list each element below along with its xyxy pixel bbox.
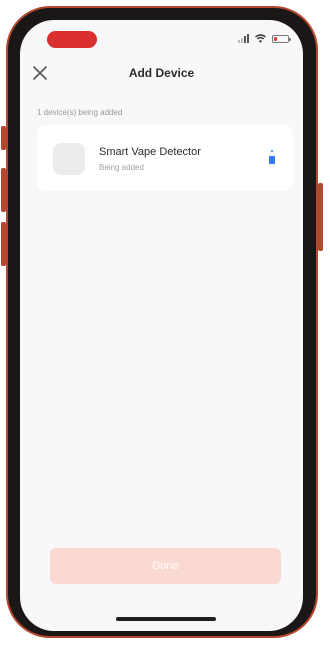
loading-spinner-icon <box>269 150 275 164</box>
power-button <box>318 183 323 251</box>
volume-up-button <box>1 168 6 212</box>
battery-icon <box>272 34 291 43</box>
page-title: Add Device <box>128 66 195 80</box>
wifi-icon <box>255 34 266 43</box>
recording-indicator <box>47 31 97 48</box>
device-card: Smart Vape Detector Being added <box>37 125 293 191</box>
device-count-label: 1 device(s) being added <box>37 108 123 117</box>
app-screen: Add Device 1 device(s) being added Smart… <box>20 20 303 631</box>
done-button[interactable]: Done <box>50 548 281 584</box>
device-image-placeholder <box>53 143 85 175</box>
device-status: Being added <box>99 163 144 172</box>
cellular-signal-icon <box>238 34 249 43</box>
home-indicator <box>116 617 216 621</box>
status-bar-icons <box>238 34 291 43</box>
mute-switch <box>1 126 6 150</box>
volume-down-button <box>1 222 6 266</box>
device-name: Smart Vape Detector <box>99 146 201 158</box>
